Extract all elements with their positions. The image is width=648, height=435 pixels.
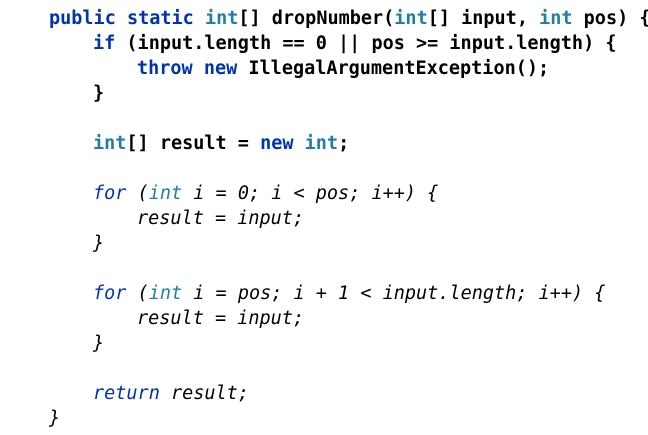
code-token: ( [126, 183, 149, 204]
code-line[interactable]: } [93, 231, 104, 256]
code-token: IllegalArgumentException(); [237, 58, 550, 79]
code-token: ( [126, 283, 149, 304]
code-line[interactable]: for (int i = pos; i + 1 < input.length; … [93, 281, 605, 306]
code-token: } [93, 233, 105, 254]
code-line[interactable]: } [49, 406, 60, 431]
code-token: new [203, 58, 238, 79]
code-token: [] dropNumber( [238, 8, 395, 29]
code-token: [] input, [427, 8, 540, 29]
code-token: return [93, 383, 160, 404]
code-token: throw [137, 58, 193, 79]
code-token: int [93, 133, 127, 154]
code-token: int [148, 283, 183, 304]
code-line[interactable]: if (input.length == 0 || pos >= input.le… [93, 31, 617, 56]
code-token: int [394, 8, 428, 29]
code-line[interactable]: } [93, 331, 104, 356]
code-token: for [93, 283, 127, 304]
code-line[interactable]: return result; [93, 381, 249, 406]
code-token: int [304, 133, 339, 154]
code-token: int [148, 183, 183, 204]
code-token: } [93, 83, 105, 104]
code-line[interactable]: for (int i = 0; i < pos; i++) { [93, 181, 438, 206]
code-line[interactable]: public static int[] dropNumber(int[] inp… [49, 6, 648, 31]
code-line[interactable]: } [93, 81, 104, 106]
code-token: int [539, 8, 573, 29]
code-token: pos) { [572, 8, 648, 29]
code-token: int [204, 8, 239, 29]
code-token: for [93, 183, 127, 204]
code-token: static [126, 8, 194, 29]
code-token: result = input; [137, 208, 305, 229]
code-line[interactable]: result = input; [137, 206, 304, 231]
code-line[interactable]: int[] result = new int; [93, 131, 349, 156]
code-token: public [49, 8, 116, 29]
code-token: i = 0; i < pos; i++) { [182, 183, 439, 204]
code-editor[interactable]: public static int[] dropNumber(int[] inp… [0, 0, 648, 435]
code-token: ; [338, 133, 350, 154]
code-token: new [260, 133, 294, 154]
code-line[interactable]: result = input; [137, 306, 304, 331]
code-token: } [49, 408, 61, 429]
code-line[interactable]: throw new IllegalArgumentException(); [137, 56, 549, 81]
code-token: i = pos; i + 1 < input.length; i++) { [182, 283, 606, 304]
code-token: (input.length == 0 || pos >= input.lengt… [115, 33, 617, 54]
code-token: if [93, 33, 116, 54]
code-token: result; [159, 383, 249, 404]
code-token: result = input; [137, 308, 305, 329]
code-token: [] result = [126, 133, 261, 154]
code-token: } [93, 333, 105, 354]
